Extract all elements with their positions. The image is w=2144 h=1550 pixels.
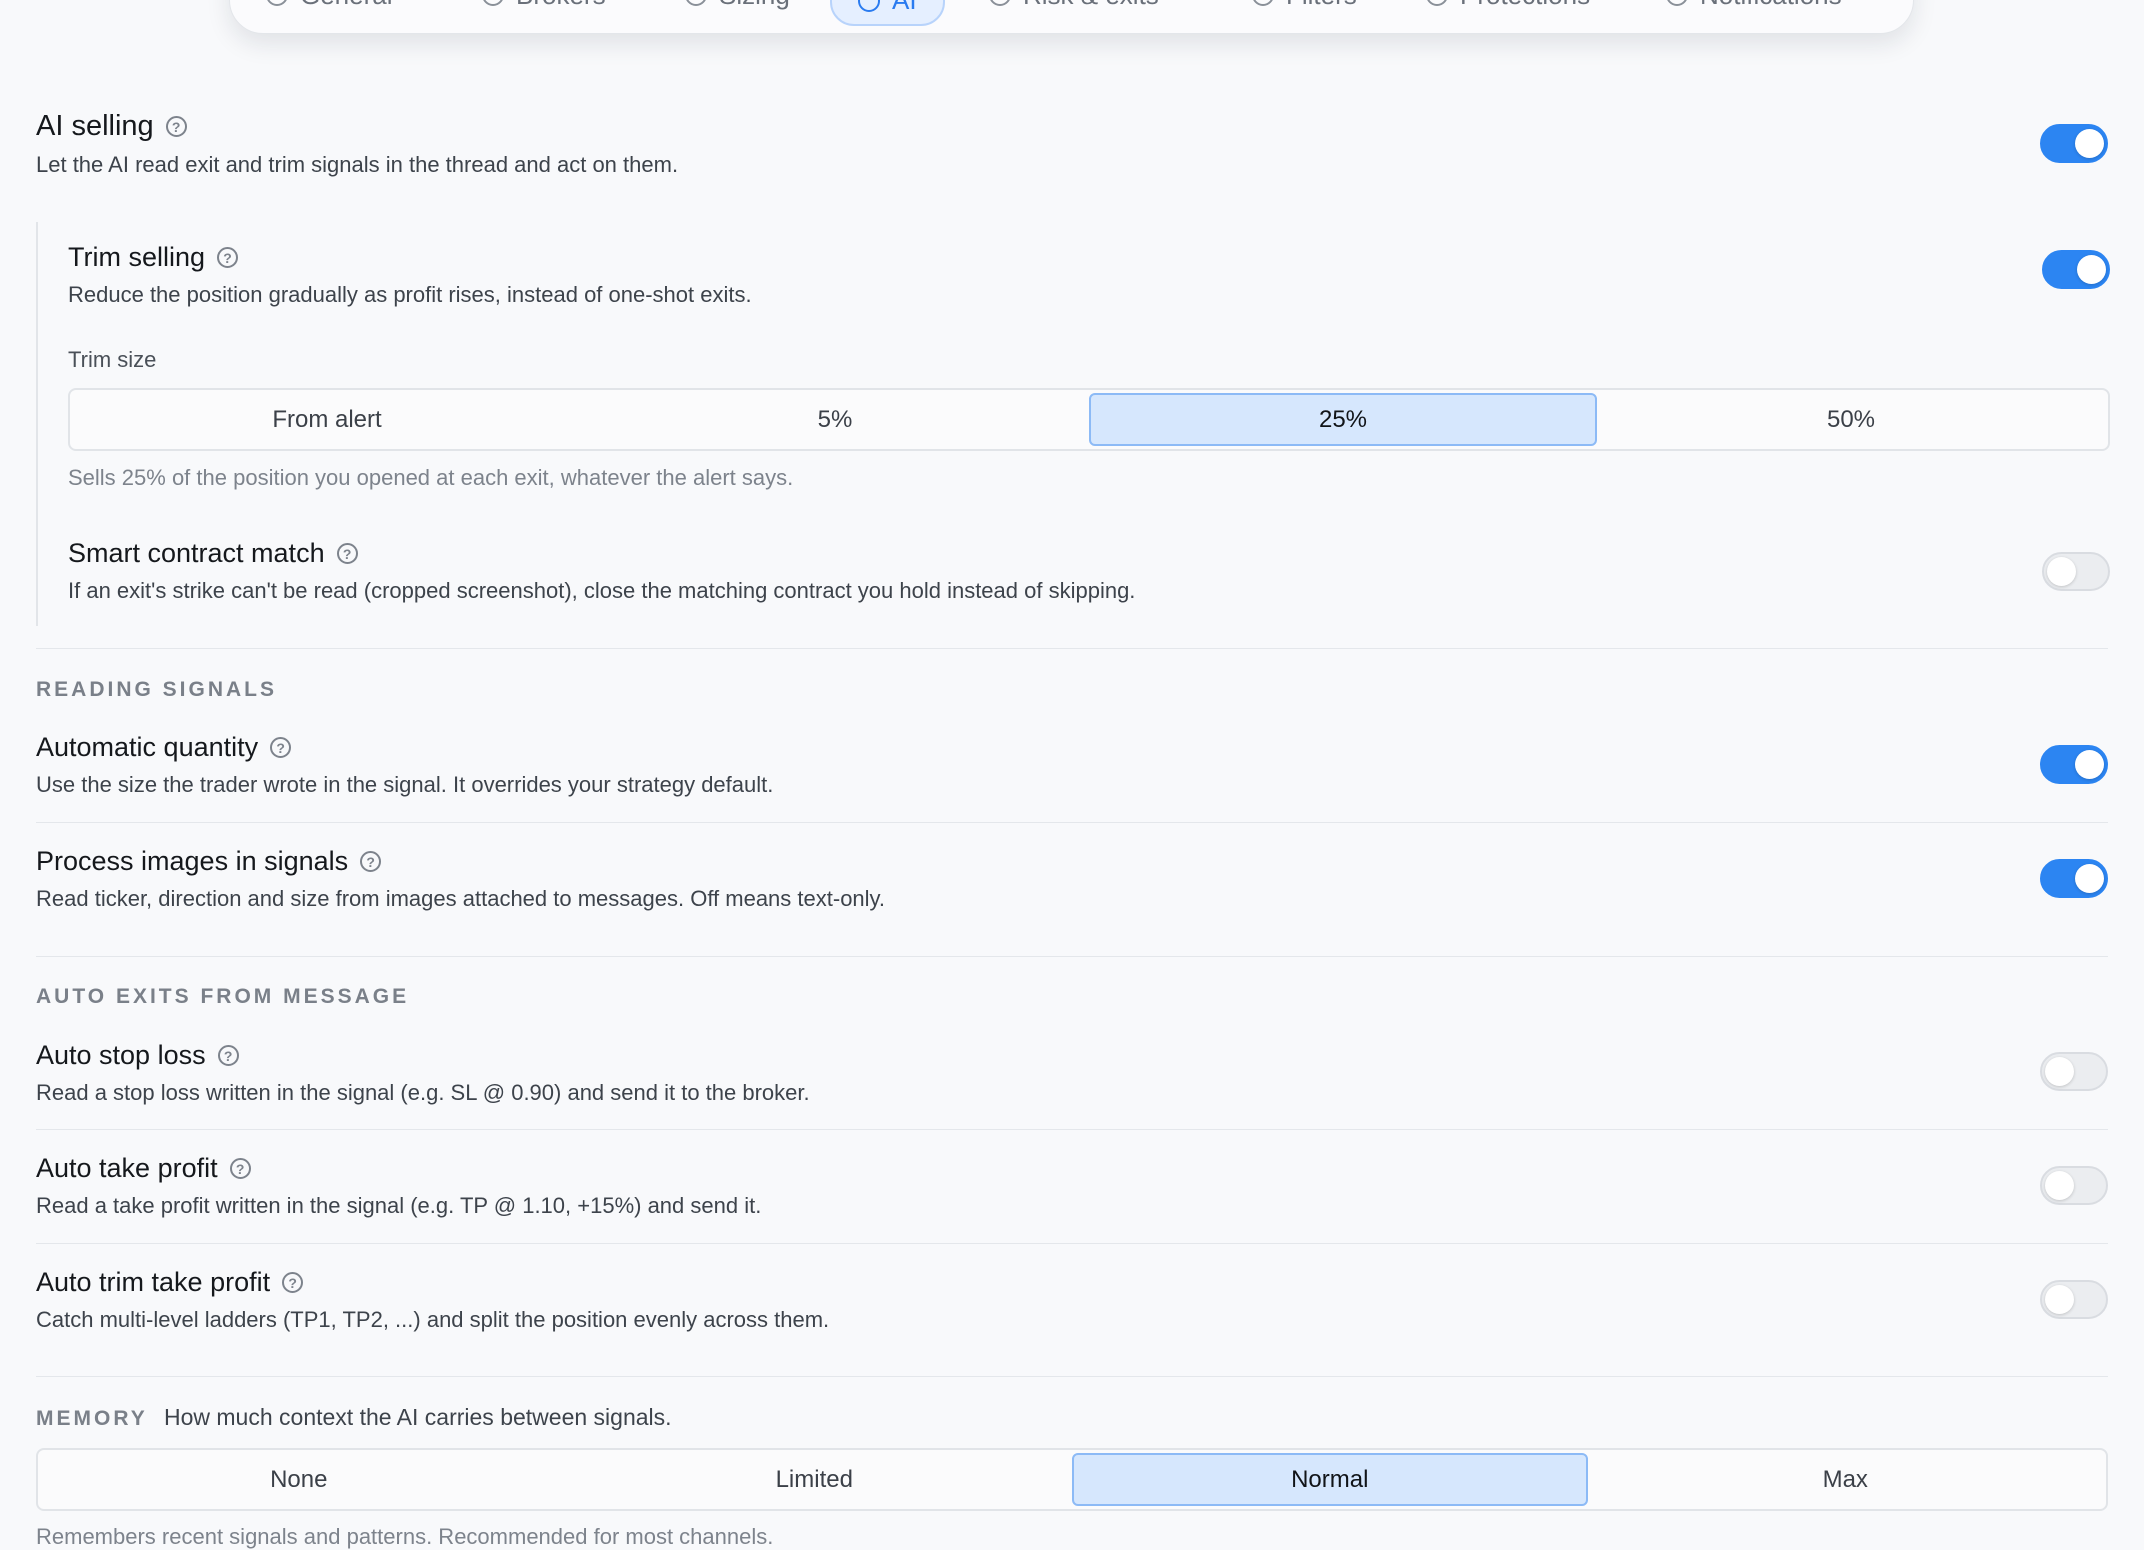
trim-size-selector: From alert 5% 25% 50% [68, 388, 2110, 451]
automatic-quantity-title-text: Automatic quantity [36, 732, 259, 762]
trim-selling-setting: Trim selling ? Reduce the position gradu… [68, 242, 2110, 312]
row-divider [36, 1129, 2108, 1130]
trim-selling-title: Trim selling ? [68, 242, 239, 273]
auto-stop-loss-desc: Read a stop loss written in the signal (… [36, 1080, 810, 1105]
trim-selling-desc: Reduce the position gradually as profit … [68, 282, 752, 307]
auto-take-profit-setting: Auto take profit ? Read a take profit wr… [36, 1153, 2108, 1223]
trim-size-option-from-alert[interactable]: From alert [73, 393, 581, 446]
auto-trim-take-profit-title-text: Auto trim take profit [36, 1267, 271, 1297]
auto-trim-take-profit-desc: Catch multi-level ladders (TP1, TP2, ...… [36, 1307, 830, 1332]
toggle-knob [2075, 129, 2104, 158]
help-icon[interactable]: ? [165, 116, 187, 137]
process-images-title: Process images in signals ? [36, 846, 382, 877]
memory-option-max[interactable]: Max [1588, 1453, 2104, 1506]
auto-stop-loss-setting: Auto stop loss ? Read a stop loss writte… [36, 1040, 2108, 1110]
automatic-quantity-setting: Automatic quantity ? Use the size the tr… [36, 732, 2108, 802]
help-icon[interactable]: ? [229, 1158, 251, 1179]
auto-trim-take-profit-setting: Auto trim take profit ? Catch multi-leve… [36, 1267, 2108, 1337]
help-icon[interactable]: ? [282, 1272, 304, 1293]
row-divider [36, 822, 2108, 823]
help-icon[interactable]: ? [270, 737, 292, 758]
help-icon[interactable]: ? [217, 1045, 239, 1066]
ai-selling-desc: Let the AI read exit and trim signals in… [36, 152, 679, 177]
ai-selling-subsettings: Trim selling ? Reduce the position gradu… [36, 222, 2110, 626]
memory-option-limited[interactable]: Limited [557, 1453, 1073, 1506]
ai-settings-panel: AI selling ? Let the AI read exit and tr… [36, 0, 2110, 1549]
automatic-quantity-toggle[interactable] [2040, 745, 2108, 784]
memory-heading: MEMORY [36, 1407, 148, 1430]
section-divider [36, 1376, 2108, 1377]
help-icon[interactable]: ? [360, 851, 382, 872]
ai-selling-toggle[interactable] [2040, 124, 2108, 163]
auto-trim-take-profit-title: Auto trim take profit ? [36, 1267, 304, 1298]
trim-size-label: Trim size [68, 347, 157, 372]
smart-contract-title: Smart contract match ? [68, 538, 358, 569]
trim-selling-title-text: Trim selling [68, 242, 206, 272]
auto-stop-loss-title: Auto stop loss ? [36, 1040, 239, 1071]
row-divider [36, 1243, 2108, 1244]
auto-stop-loss-title-text: Auto stop loss [36, 1040, 206, 1070]
smart-contract-desc: If an exit's strike can't be read (cropp… [68, 578, 1136, 603]
toggle-knob [2075, 864, 2104, 893]
help-icon[interactable]: ? [336, 543, 358, 564]
process-images-title-text: Process images in signals [36, 846, 349, 876]
auto-take-profit-toggle[interactable] [2040, 1166, 2108, 1205]
memory-option-normal[interactable]: Normal [1072, 1453, 1588, 1506]
auto-take-profit-title-text: Auto take profit [36, 1153, 218, 1183]
process-images-desc: Read ticker, direction and size from ima… [36, 886, 886, 911]
toggle-knob [2045, 1057, 2074, 1086]
automatic-quantity-desc: Use the size the trader wrote in the sig… [36, 772, 774, 797]
memory-desc: How much context the AI carries between … [164, 1404, 672, 1430]
auto-exits-heading: AUTO EXITS FROM MESSAGE [36, 985, 410, 1008]
toggle-knob [2045, 1285, 2074, 1314]
trim-selling-toggle[interactable] [2042, 250, 2110, 289]
toggle-knob [2045, 1171, 2074, 1200]
memory-option-none[interactable]: None [41, 1453, 557, 1506]
toggle-knob [2075, 750, 2104, 779]
trim-size-hint: Sells 25% of the position you opened at … [68, 465, 794, 490]
toggle-knob [2047, 557, 2076, 586]
process-images-setting: Process images in signals ? Read ticker,… [36, 846, 2108, 916]
auto-take-profit-desc: Read a take profit written in the signal… [36, 1193, 762, 1218]
smart-contract-match-setting: Smart contract match ? If an exit's stri… [68, 538, 2110, 608]
ai-selling-title-text: AI selling [36, 110, 154, 142]
section-divider [36, 956, 2108, 957]
reading-signals-heading: READING SIGNALS [36, 678, 278, 701]
ai-selling-setting: AI selling ? Let the AI read exit and tr… [36, 110, 2108, 190]
auto-stop-loss-toggle[interactable] [2040, 1052, 2108, 1091]
trim-size-option-25[interactable]: 25% [1089, 393, 1597, 446]
smart-contract-title-text: Smart contract match [68, 538, 325, 568]
memory-hint: Remembers recent signals and patterns. R… [36, 1524, 774, 1549]
auto-take-profit-title: Auto take profit ? [36, 1153, 251, 1184]
trim-size-option-50[interactable]: 50% [1597, 393, 2105, 446]
memory-selector: None Limited Normal Max [36, 1448, 2108, 1511]
trim-size-option-5[interactable]: 5% [581, 393, 1089, 446]
auto-trim-take-profit-toggle[interactable] [2040, 1280, 2108, 1319]
ai-selling-title: AI selling ? [36, 110, 187, 143]
toggle-knob [2077, 255, 2106, 284]
section-divider [36, 648, 2108, 649]
smart-contract-toggle[interactable] [2042, 552, 2110, 591]
process-images-toggle[interactable] [2040, 859, 2108, 898]
automatic-quantity-title: Automatic quantity ? [36, 732, 292, 763]
help-icon[interactable]: ? [217, 247, 239, 268]
